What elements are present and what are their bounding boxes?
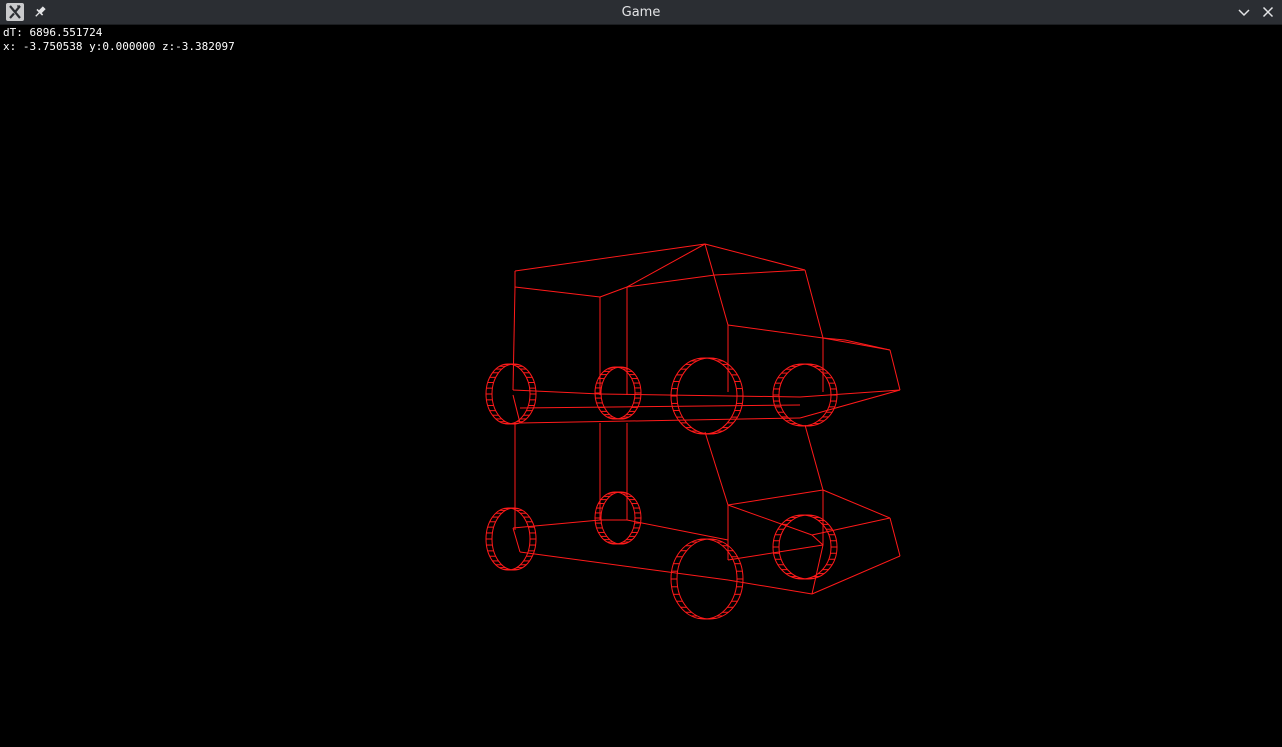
upper-windshield <box>704 243 729 326</box>
upper-sill-lower <box>519 417 801 424</box>
lower-hood-front <box>811 544 824 595</box>
title-bar[interactable]: Game <box>0 0 1282 25</box>
upper-rear-pillar <box>512 286 516 391</box>
close-icon <box>1262 6 1274 18</box>
close-button[interactable] <box>1258 3 1278 22</box>
lower-hood-front <box>727 504 813 536</box>
lower-hood <box>889 517 901 557</box>
upper-hood <box>727 324 824 339</box>
upper-hood-top <box>844 339 891 351</box>
upper-roof-inner-edge <box>514 286 601 298</box>
upper-roof-side <box>626 274 716 288</box>
upper-roof-inner-edge <box>599 286 628 298</box>
upper-sill-lower <box>799 389 901 419</box>
minimize-button[interactable] <box>1234 3 1254 22</box>
wheel-lower-front-left <box>670 538 744 620</box>
lower-sill-end <box>512 527 521 553</box>
lower-windshield-2 <box>804 424 824 491</box>
lower-sill-bottom <box>519 551 729 581</box>
wheel-upper-mid <box>594 366 642 420</box>
wheel-upper-rear <box>485 363 537 425</box>
upper-roof-edge <box>704 243 806 271</box>
wheel-lower-rear <box>485 507 537 571</box>
hud-delta-time: dT: 6896.551724 <box>3 26 103 39</box>
window-title: Game <box>621 5 661 20</box>
upper-roof-edge <box>514 243 706 272</box>
x-window-icon[interactable] <box>6 3 24 21</box>
pin-icon[interactable] <box>32 4 48 20</box>
game-viewport[interactable]: dT: 6896.551724 x: -3.750538 y:0.000000 … <box>0 26 1282 747</box>
lower-windshield <box>704 431 729 506</box>
upper-windshield-2 <box>804 269 824 339</box>
chevron-down-icon <box>1238 9 1250 17</box>
upper-sill-mid <box>519 404 801 409</box>
game-window: Game dT: 6896.551724 x: -3.750538 y:0.00… <box>0 0 1282 747</box>
lower-hood <box>727 489 824 506</box>
upper-sill <box>512 389 601 395</box>
wheel-lower-mid <box>594 491 642 545</box>
lower-hood-front <box>811 534 824 546</box>
upper-roof-side <box>714 269 806 276</box>
wheel-lower-front-right <box>772 514 838 580</box>
upper-hood <box>799 389 901 398</box>
upper-hood <box>889 349 901 391</box>
hud-position: x: -3.750538 y:0.000000 z:-3.382097 <box>3 40 235 53</box>
upper-sill <box>599 393 801 398</box>
lower-sill <box>626 519 729 541</box>
wireframe-scene <box>485 243 901 620</box>
lower-hood <box>822 489 891 519</box>
upper-roof-inner-edge <box>626 243 706 288</box>
upper-sill-end <box>512 394 521 424</box>
lower-sill-bottom <box>811 555 901 595</box>
